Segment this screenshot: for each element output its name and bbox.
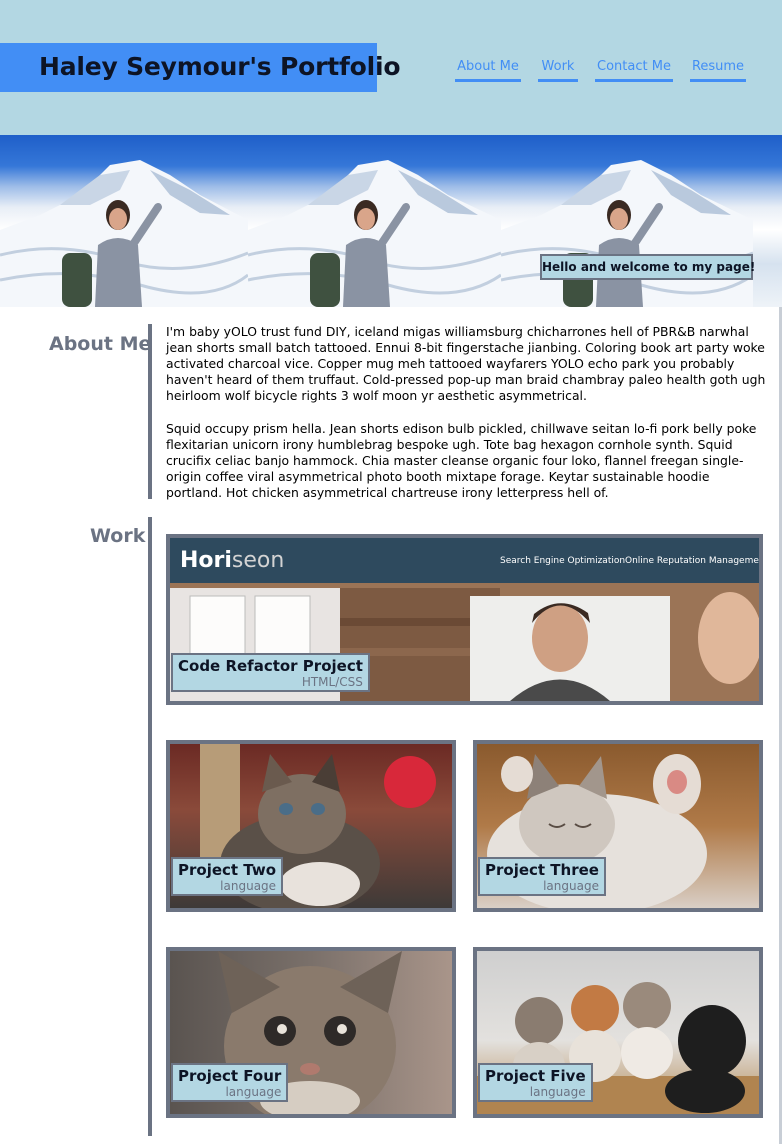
project-title: Project Five: [485, 1067, 586, 1085]
project-title: Code Refactor Project: [178, 657, 363, 675]
project-card-four[interactable]: Project Four language: [166, 947, 456, 1118]
welcome-message: Hello and welcome to my page!: [540, 254, 755, 280]
project-title: Project Three: [485, 861, 599, 879]
horiseon-nav-item: Online Reputation Management: [625, 556, 763, 566]
about-paragraph: I'm baby yOLO trust fund DIY, iceland mi…: [166, 324, 766, 403]
nav-link-resume[interactable]: Resume: [690, 58, 746, 82]
horiseon-header: Horiseon Search Engine Optimization Onli…: [170, 538, 759, 583]
horiseon-nav-item: Search Engine Optimization: [500, 556, 626, 566]
hero-banner: [0, 135, 782, 307]
project-title: Project Two: [178, 861, 277, 879]
project-label: Project Four language: [171, 1063, 289, 1102]
project-language: language: [529, 1085, 586, 1099]
project-card-code-refactor[interactable]: Horiseon Search Engine Optimization Onli…: [166, 534, 763, 705]
project-language: HTML/CSS: [301, 675, 363, 689]
nav-link-about-me[interactable]: About Me: [455, 58, 521, 82]
hero-photo: [248, 135, 501, 307]
nav-link-contact-me[interactable]: Contact Me: [595, 58, 673, 82]
hero-photo: [753, 135, 782, 307]
site-title-box: Haley Seymour's Portfolio: [0, 43, 401, 92]
project-label: Project Five language: [478, 1063, 593, 1102]
project-title: Project Four: [178, 1067, 282, 1085]
work-heading: Work: [90, 525, 146, 547]
site-header: Haley Seymour's Portfolio About Me Work …: [0, 0, 782, 135]
project-label: Project Three language: [478, 857, 606, 896]
project-language: language: [543, 879, 599, 893]
project-label: Code Refactor Project HTML/CSS: [171, 653, 370, 692]
project-card-five[interactable]: Project Five language: [473, 947, 763, 1118]
hero-photo: [0, 135, 248, 307]
project-card-three[interactable]: Project Three language: [473, 740, 763, 912]
hero-photo: [501, 135, 753, 307]
project-card-two[interactable]: Project Two language: [166, 740, 456, 912]
about-divider: [148, 324, 152, 499]
project-language: language: [220, 879, 277, 893]
about-heading: About Me: [49, 333, 152, 355]
work-divider: [148, 517, 152, 1136]
horiseon-logo: Horiseon: [180, 548, 285, 573]
project-language: language: [225, 1085, 282, 1099]
site-title: Haley Seymour's Portfolio: [39, 52, 401, 81]
about-paragraph: Squid occupy prism hella. Jean shorts ed…: [166, 421, 757, 500]
project-label: Project Two language: [171, 857, 284, 896]
nav-link-work[interactable]: Work: [538, 58, 578, 82]
